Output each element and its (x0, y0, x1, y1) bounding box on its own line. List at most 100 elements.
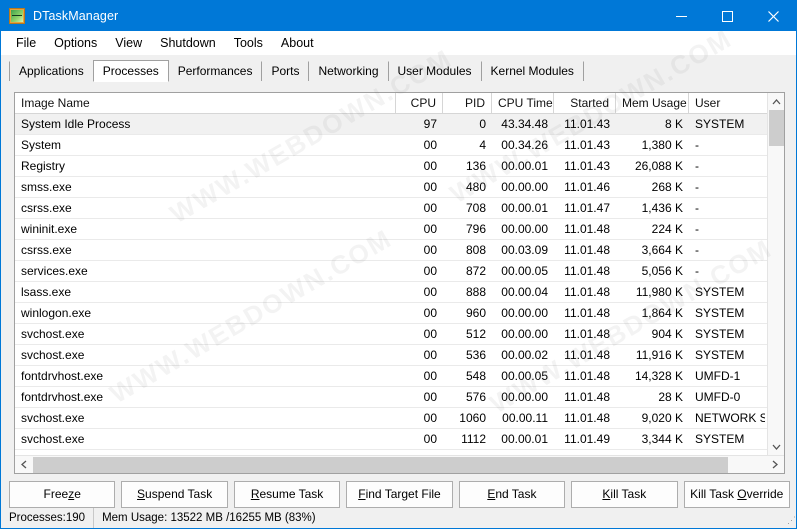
cell-user: NETWORK SER (695, 411, 765, 425)
cell-cpu-time: 00.00.00 (501, 390, 548, 404)
table-row[interactable]: svchost.exe 00 1112 00.00.01 11.01.49 3,344 K… (15, 429, 784, 450)
cell-mem-usage: 14,328 K (634, 369, 683, 383)
column-header-user[interactable]: User (689, 93, 765, 114)
cell-pid: 960 (465, 306, 486, 320)
cell-mem-usage: 3,344 K (641, 432, 683, 446)
button-kill-task-override[interactable]: Kill Task Override (683, 480, 790, 508)
menu-item-about[interactable]: About (272, 33, 323, 53)
status-bar: Processes:190 Mem Usage: 13522 MB /16255… (1, 508, 796, 528)
tab-kernel-modules[interactable]: Kernel Modules (480, 61, 584, 81)
cell-user: UMFD-0 (695, 390, 741, 404)
tab-user-modules[interactable]: User Modules (387, 61, 482, 81)
resize-grip-icon[interactable]: ⋰ (784, 514, 796, 526)
cell-cpu: 00 (423, 264, 437, 278)
maximize-icon[interactable] (704, 1, 750, 31)
horizontal-scrollbar[interactable] (15, 455, 784, 473)
cell-image-name: System (21, 138, 62, 152)
button-suspend-task[interactable]: Suspend Task (121, 480, 228, 508)
cell-user: - (695, 201, 699, 215)
table-row[interactable]: svchost.exe 00 512 00.00.00 11.01.48 904 K SYS… (15, 324, 784, 345)
cell-pid: 548 (465, 369, 486, 383)
chevron-left-icon[interactable] (15, 456, 33, 473)
column-header-pid[interactable]: PID (443, 93, 492, 114)
cell-cpu: 00 (423, 180, 437, 194)
cell-mem-usage: 1,380 K (641, 138, 683, 152)
table-row[interactable]: csrss.exe 00 708 00.00.01 11.01.47 1,436 K- (15, 198, 784, 219)
cell-mem-usage: 8 K (664, 117, 683, 131)
cell-cpu-time: 00.00.00 (501, 306, 548, 320)
horizontal-scrollbar-thumb[interactable] (33, 456, 728, 473)
menu-bar: File Options View Shutdown Tools About (1, 31, 796, 55)
button-label: Find Target File (358, 487, 441, 501)
table-row[interactable]: svchost.exe 00 1060 00.00.11 11.01.48 9,020 K… (15, 408, 784, 429)
table-row[interactable]: smss.exe 00 480 00.00.00 11.01.46 268 K- (15, 177, 784, 198)
menu-item-file[interactable]: File (7, 33, 45, 53)
chevron-down-icon[interactable] (768, 438, 784, 455)
menu-item-options[interactable]: Options (45, 33, 106, 53)
cell-cpu: 00 (423, 390, 437, 404)
cell-started: 11.01.43 (564, 138, 610, 152)
table-row[interactable]: System Idle Process 97 0 43.34.48 11.01.43 8 … (15, 114, 784, 135)
button-find-target-file[interactable]: Find Target File (346, 480, 453, 508)
table-row[interactable]: wininit.exe 00 796 00.00.00 11.01.48 224 K- (15, 219, 784, 240)
cell-cpu-time: 00.00.00 (501, 222, 548, 236)
button-label: Freeze (43, 487, 81, 501)
cell-cpu: 00 (423, 348, 437, 362)
table-row[interactable]: csrss.exe 00 808 00.03.09 11.01.48 3,664 K- (15, 240, 784, 261)
window-title: DTaskManager (33, 9, 119, 23)
cell-image-name: fontdrvhost.exe (21, 369, 104, 383)
cell-user: UMFD-1 (695, 369, 741, 383)
cell-user: SYSTEM (695, 432, 745, 446)
close-icon[interactable] (750, 1, 796, 31)
action-button-bar: Freeze Suspend Task Resume Task Find Target… (1, 478, 796, 510)
cell-mem-usage: 904 K (651, 327, 683, 341)
button-label: Suspend Task (137, 487, 213, 501)
table-row[interactable]: fontdrvhost.exe 00 576 00.00.00 11.01.48 28 K… (15, 387, 784, 408)
button-kill-task[interactable]: Kill Task (571, 480, 678, 508)
button-end-task[interactable]: End Task (458, 480, 566, 508)
menu-item-tools[interactable]: Tools (225, 33, 272, 53)
table-row[interactable]: lsass.exe 00 888 00.00.04 11.01.48 11,980 K SY… (15, 282, 784, 303)
button-label: Resume Task (250, 487, 324, 501)
menu-item-shutdown[interactable]: Shutdown (151, 33, 225, 53)
cell-image-name: System Idle Process (21, 117, 131, 131)
table-row[interactable]: System 00 4 00.34.26 11.01.43 1,380 K- (15, 135, 784, 156)
tab-processes[interactable]: Processes (92, 60, 169, 82)
cell-cpu: 00 (423, 159, 437, 173)
table-row[interactable]: winlogon.exe 00 960 00.00.00 11.01.48 1,864 K… (15, 303, 784, 324)
cell-cpu-time: 00.00.05 (501, 369, 548, 383)
table-row[interactable]: fontdrvhost.exe 00 548 00.00.05 11.01.48 14,3… (15, 366, 784, 387)
cell-image-name: svchost.exe (21, 432, 85, 446)
vertical-scrollbar-thumb[interactable] (769, 110, 784, 146)
cell-user: SYSTEM (695, 306, 745, 320)
tab-ports[interactable]: Ports (261, 61, 310, 81)
button-freeze[interactable]: Freeze (9, 480, 116, 508)
tab-performances[interactable]: Performances (167, 61, 263, 81)
column-header-mem-usage[interactable]: Mem Usage (616, 93, 689, 114)
chevron-right-icon[interactable] (766, 456, 784, 473)
cell-cpu: 00 (423, 327, 437, 341)
status-memory-usage: Mem Usage: 13522 MB /16255 MB (83%) (102, 512, 316, 524)
cell-pid: 512 (465, 327, 486, 341)
tab-networking[interactable]: Networking (308, 61, 389, 81)
cell-cpu: 00 (423, 369, 437, 383)
minimize-icon[interactable] (658, 1, 704, 31)
column-header-cpu[interactable]: CPU (396, 93, 443, 114)
column-header-started[interactable]: Started (554, 93, 616, 114)
cell-cpu-time: 00.00.05 (501, 264, 548, 278)
cell-cpu-time: 00.00.04 (501, 285, 548, 299)
cell-pid: 708 (465, 201, 486, 215)
tab-applications[interactable]: Applications (9, 61, 94, 81)
cell-cpu-time: 00.00.11 (502, 411, 548, 425)
chevron-up-icon[interactable] (768, 93, 784, 110)
column-header-image-name[interactable]: Image Name (15, 93, 396, 114)
table-row[interactable]: svchost.exe 00 536 00.00.02 11.01.48 11,916 K… (15, 345, 784, 366)
menu-item-view[interactable]: View (106, 33, 151, 53)
cell-cpu: 00 (423, 411, 437, 425)
vertical-scrollbar[interactable] (767, 93, 784, 455)
table-row[interactable]: Registry 00 136 00.00.01 11.01.43 26,088 K- (15, 156, 784, 177)
button-label: End Task (487, 487, 537, 501)
table-row[interactable]: services.exe 00 872 00.00.05 11.01.48 5,056 K… (15, 261, 784, 282)
column-header-cpu-time[interactable]: CPU Time (492, 93, 554, 114)
button-resume-task[interactable]: Resume Task (233, 480, 341, 508)
